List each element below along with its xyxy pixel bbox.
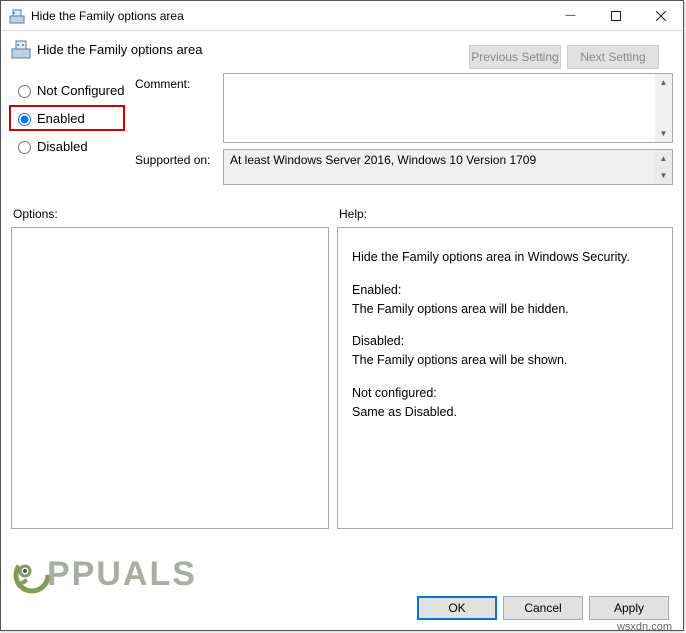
scroll-down-icon[interactable]: ▼: [655, 167, 672, 184]
options-heading: Options:: [11, 207, 331, 221]
supported-on-value: At least Windows Server 2016, Windows 10…: [230, 153, 536, 167]
apply-button[interactable]: Apply: [589, 596, 669, 620]
radio-label-enabled: Enabled: [37, 111, 85, 126]
site-attribution: wsxdn.com: [617, 621, 672, 633]
comment-textarea[interactable]: ▲ ▼: [223, 73, 673, 143]
scroll-up-icon[interactable]: ▲: [655, 74, 672, 91]
radio-not-configured[interactable]: [18, 85, 31, 98]
dialog-header: Hide the Family options area Previous Se…: [11, 39, 673, 59]
help-panel: Hide the Family options area in Windows …: [337, 227, 673, 529]
state-enabled[interactable]: Enabled: [9, 105, 125, 131]
supported-label: Supported on:: [135, 149, 223, 167]
help-enabled-head: Enabled:: [352, 283, 401, 297]
watermark-logo: PPUALS: [13, 555, 197, 594]
dialog-window: Hide the Family options area — Hide the …: [0, 0, 684, 631]
cancel-button[interactable]: Cancel: [503, 596, 583, 620]
state-not-configured[interactable]: Not Configured: [11, 77, 135, 103]
help-disabled-body: The Family options area will be shown.: [352, 353, 567, 367]
maximize-button[interactable]: [593, 1, 638, 30]
previous-setting-button[interactable]: Previous Setting: [469, 45, 561, 69]
comment-scrollbar[interactable]: ▲ ▼: [655, 74, 672, 142]
next-setting-button[interactable]: Next Setting: [567, 45, 659, 69]
help-heading: Help:: [331, 207, 673, 221]
supported-scrollbar[interactable]: ▲ ▼: [655, 150, 672, 184]
dialog-footer: OK Cancel Apply: [417, 596, 669, 620]
scroll-up-icon[interactable]: ▲: [655, 150, 672, 167]
help-line-1: Hide the Family options area in Windows …: [352, 248, 662, 267]
radio-label-disabled: Disabled: [37, 139, 88, 154]
supported-on-box: At least Windows Server 2016, Windows 10…: [223, 149, 673, 185]
radio-label-not-configured: Not Configured: [37, 83, 124, 98]
help-enabled-body: The Family options area will be hidden.: [352, 302, 569, 316]
dialog-content: Hide the Family options area Previous Se…: [1, 31, 683, 529]
state-disabled[interactable]: Disabled: [11, 133, 135, 159]
watermark-text: PPUALS: [47, 555, 197, 594]
close-button[interactable]: [638, 1, 683, 30]
minimize-button[interactable]: —: [548, 1, 593, 30]
watermark-a-icon: [13, 556, 51, 594]
help-notconfig-body: Same as Disabled.: [352, 405, 457, 419]
titlebar[interactable]: Hide the Family options area —: [1, 1, 683, 31]
help-disabled-head: Disabled:: [352, 334, 404, 348]
window-controls: —: [548, 1, 683, 30]
window-title: Hide the Family options area: [31, 9, 548, 23]
policy-icon: [9, 8, 25, 24]
scroll-down-icon[interactable]: ▼: [655, 125, 672, 142]
help-notconfig-head: Not configured:: [352, 386, 437, 400]
options-panel: [11, 227, 329, 529]
radio-disabled[interactable]: [18, 141, 31, 154]
radio-enabled[interactable]: [18, 113, 31, 126]
state-radio-group: Not Configured Enabled Disabled: [11, 73, 135, 191]
comment-label: Comment:: [135, 73, 223, 91]
policy-header-icon: [11, 39, 31, 59]
ok-button[interactable]: OK: [417, 596, 497, 620]
